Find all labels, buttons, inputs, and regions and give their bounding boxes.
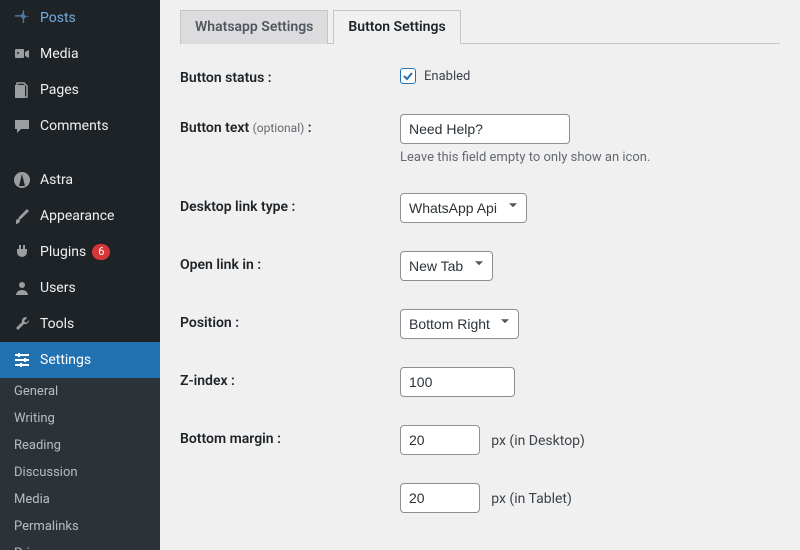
- sidebar-item-label: Plugins: [40, 244, 86, 260]
- sidebar-item-astra[interactable]: Astra: [0, 162, 160, 198]
- submenu-item-permalinks[interactable]: Permalinks: [0, 513, 160, 540]
- sidebar-item-tools[interactable]: Tools: [0, 306, 160, 342]
- pin-icon: [12, 8, 32, 28]
- select-desktop-link-type[interactable]: WhatsApp Api: [400, 193, 527, 223]
- sidebar-item-label: Appearance: [40, 208, 114, 224]
- sidebar-item-plugins[interactable]: Plugins 6: [0, 234, 160, 270]
- row-zindex: Z-index :: [180, 367, 780, 397]
- label-zindex: Z-index :: [180, 367, 400, 397]
- sidebar-item-media[interactable]: Media: [0, 36, 160, 72]
- sidebar-item-label: Users: [40, 280, 76, 296]
- input-button-text[interactable]: [400, 114, 570, 144]
- main-content: Whatsapp Settings Button Settings Button…: [160, 0, 800, 550]
- row-bottom-margin-desktop: Bottom margin : px (in Desktop): [180, 425, 780, 455]
- sidebar-item-label: Astra: [40, 172, 73, 188]
- row-button-text: Button text (optional) : Leave this fiel…: [180, 114, 780, 165]
- submenu-item-media[interactable]: Media: [0, 486, 160, 513]
- submenu-item-discussion[interactable]: Discussion: [0, 459, 160, 486]
- checkbox-enabled[interactable]: [400, 68, 416, 84]
- sidebar-item-comments[interactable]: Comments: [0, 108, 160, 144]
- tab-bar: Whatsapp Settings Button Settings: [180, 10, 780, 44]
- row-bottom-margin-tablet: px (in Tablet): [180, 483, 780, 513]
- label-open-link-in: Open link in :: [180, 251, 400, 281]
- checkbox-enabled-label: Enabled: [424, 69, 470, 84]
- row-open-link-in: Open link in : New Tab: [180, 251, 780, 281]
- label-desktop-link-type: Desktop link type :: [180, 193, 400, 223]
- label-position: Position :: [180, 309, 400, 339]
- tab-button-settings[interactable]: Button Settings: [333, 10, 460, 44]
- brush-icon: [12, 206, 32, 226]
- sidebar-item-label: Pages: [40, 82, 79, 98]
- settings-form: Button status : Enabled Button text (opt…: [180, 64, 780, 513]
- row-desktop-link-type: Desktop link type : WhatsApp Api: [180, 193, 780, 223]
- label-bottom-margin: Bottom margin :: [180, 425, 400, 455]
- row-button-status: Button status : Enabled: [180, 64, 780, 86]
- sliders-icon: [12, 350, 32, 370]
- submenu-item-writing[interactable]: Writing: [0, 405, 160, 432]
- label-button-text: Button text (optional) :: [180, 114, 400, 165]
- select-open-link-in[interactable]: New Tab: [400, 251, 493, 281]
- sidebar-item-posts[interactable]: Posts: [0, 0, 160, 36]
- sidebar-item-label: Comments: [40, 118, 109, 134]
- update-badge: 6: [92, 244, 110, 260]
- comment-icon: [12, 116, 32, 136]
- submenu-item-privacy[interactable]: Privacy: [0, 540, 160, 550]
- plugin-icon: [12, 242, 32, 262]
- sidebar-item-label: Media: [40, 46, 79, 62]
- label-button-status: Button status :: [180, 64, 400, 86]
- sidebar-item-appearance[interactable]: Appearance: [0, 198, 160, 234]
- sidebar-item-label: Posts: [40, 10, 76, 26]
- desc-button-text: Leave this field empty to only show an i…: [400, 150, 780, 165]
- sidebar-item-label: Tools: [40, 316, 74, 332]
- suffix-tablet: px (in Tablet): [491, 491, 572, 507]
- astra-icon: [12, 170, 32, 190]
- input-bottom-margin-tablet[interactable]: [400, 483, 480, 513]
- input-zindex[interactable]: [400, 367, 515, 397]
- sidebar-item-users[interactable]: Users: [0, 270, 160, 306]
- sidebar-item-settings[interactable]: Settings: [0, 342, 160, 378]
- admin-sidebar: Posts Media Pages Comments Astra Appeara…: [0, 0, 160, 550]
- sidebar-item-label: Settings: [40, 352, 91, 368]
- sidebar-item-pages[interactable]: Pages: [0, 72, 160, 108]
- menu-separator: [0, 144, 160, 162]
- submenu-item-reading[interactable]: Reading: [0, 432, 160, 459]
- row-position: Position : Bottom Right: [180, 309, 780, 339]
- media-icon: [12, 44, 32, 64]
- submenu-item-general[interactable]: General: [0, 378, 160, 405]
- suffix-desktop: px (in Desktop): [491, 433, 585, 449]
- input-bottom-margin-desktop[interactable]: [400, 425, 480, 455]
- user-icon: [12, 278, 32, 298]
- select-position[interactable]: Bottom Right: [400, 309, 519, 339]
- pages-icon: [12, 80, 32, 100]
- wrench-icon: [12, 314, 32, 334]
- tab-whatsapp-settings[interactable]: Whatsapp Settings: [180, 10, 328, 44]
- settings-submenu: General Writing Reading Discussion Media…: [0, 378, 160, 550]
